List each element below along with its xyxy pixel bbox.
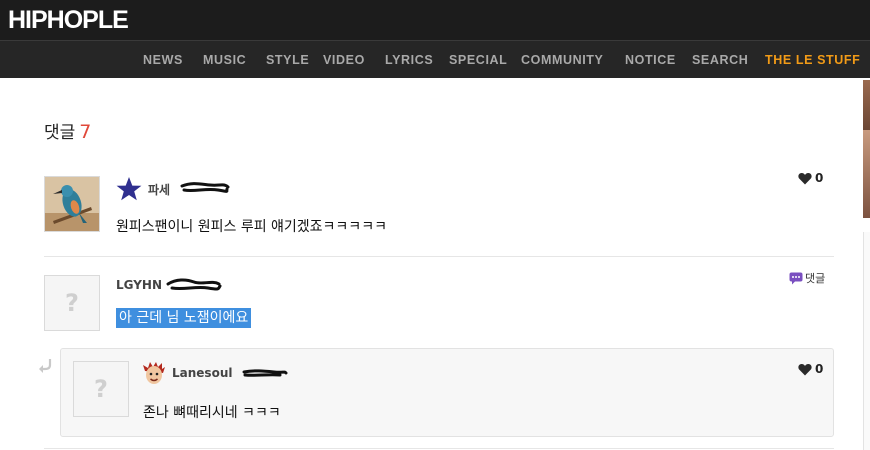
selected-text: 아 근데 님 노잼이에요: [116, 308, 252, 328]
comments-title: 댓글 7: [44, 118, 91, 143]
reply-text: 존나 뼈때리시네 ㅋㅋㅋ: [143, 405, 281, 421]
comment-text: 원피스팬이니 원피스 루피 얘기겠죠ㅋㅋㅋㅋㅋ: [116, 219, 387, 235]
redaction-scribble: [242, 369, 288, 377]
reply-arrow-icon: [39, 359, 52, 373]
heart-icon: [798, 363, 812, 375]
question-mark-icon: ?: [94, 375, 108, 403]
site-header: HIPHOPLE: [0, 0, 870, 40]
comments-title-label: 댓글: [44, 123, 76, 143]
comment-text: 아 근데 님 노잼이에요: [116, 307, 252, 328]
question-mark-icon: ?: [65, 289, 79, 317]
nav-video[interactable]: VIDEO: [323, 41, 365, 79]
speech-bubble-icon: [789, 272, 803, 284]
nav-notice[interactable]: NOTICE: [625, 41, 676, 79]
site-logo[interactable]: HIPHOPLE: [8, 6, 129, 34]
nav-style[interactable]: STYLE: [266, 41, 309, 79]
like-button[interactable]: 0: [798, 362, 823, 376]
nav-lyrics[interactable]: LYRICS: [385, 41, 433, 79]
star-icon: [116, 177, 142, 201]
redaction-scribble: [180, 182, 230, 193]
sidebar-image-edge: [863, 130, 870, 218]
like-count: 0: [815, 171, 824, 185]
reply-label: 댓글: [805, 272, 826, 285]
like-button[interactable]: 0: [798, 171, 823, 185]
sidebar-image-edge: [863, 80, 870, 130]
comment-username[interactable]: 파세: [148, 181, 170, 198]
reply-button[interactable]: 댓글: [789, 270, 825, 286]
nav-search[interactable]: SEARCH: [692, 41, 748, 79]
avatar[interactable]: [44, 176, 100, 232]
comment-divider: [44, 256, 834, 257]
main-nav: NEWS MUSIC STYLE VIDEO LYRICS SPECIAL CO…: [0, 40, 870, 78]
kingfisher-avatar-icon: [45, 177, 99, 231]
reply-container: [60, 348, 834, 437]
redaction-scribble: [166, 278, 222, 291]
nav-music[interactable]: MUSIC: [203, 41, 246, 79]
nav-news[interactable]: NEWS: [143, 41, 183, 79]
comment-divider: [44, 448, 834, 449]
reply-username[interactable]: Lanesoul: [172, 366, 232, 380]
nav-special[interactable]: SPECIAL: [449, 41, 507, 79]
comment-username[interactable]: LGYHN: [116, 278, 162, 292]
heart-icon: [798, 172, 812, 184]
nav-the-le-stuff[interactable]: THE LE STUFF: [765, 41, 860, 79]
avatar[interactable]: ?: [73, 361, 129, 417]
sidebar-box-edge: [863, 232, 870, 450]
avatar[interactable]: ?: [44, 275, 100, 331]
like-count: 0: [815, 362, 824, 376]
nav-community[interactable]: COMMUNITY: [521, 41, 603, 79]
comments-count: 7: [79, 121, 92, 143]
cartoon-face-icon: [143, 362, 165, 384]
